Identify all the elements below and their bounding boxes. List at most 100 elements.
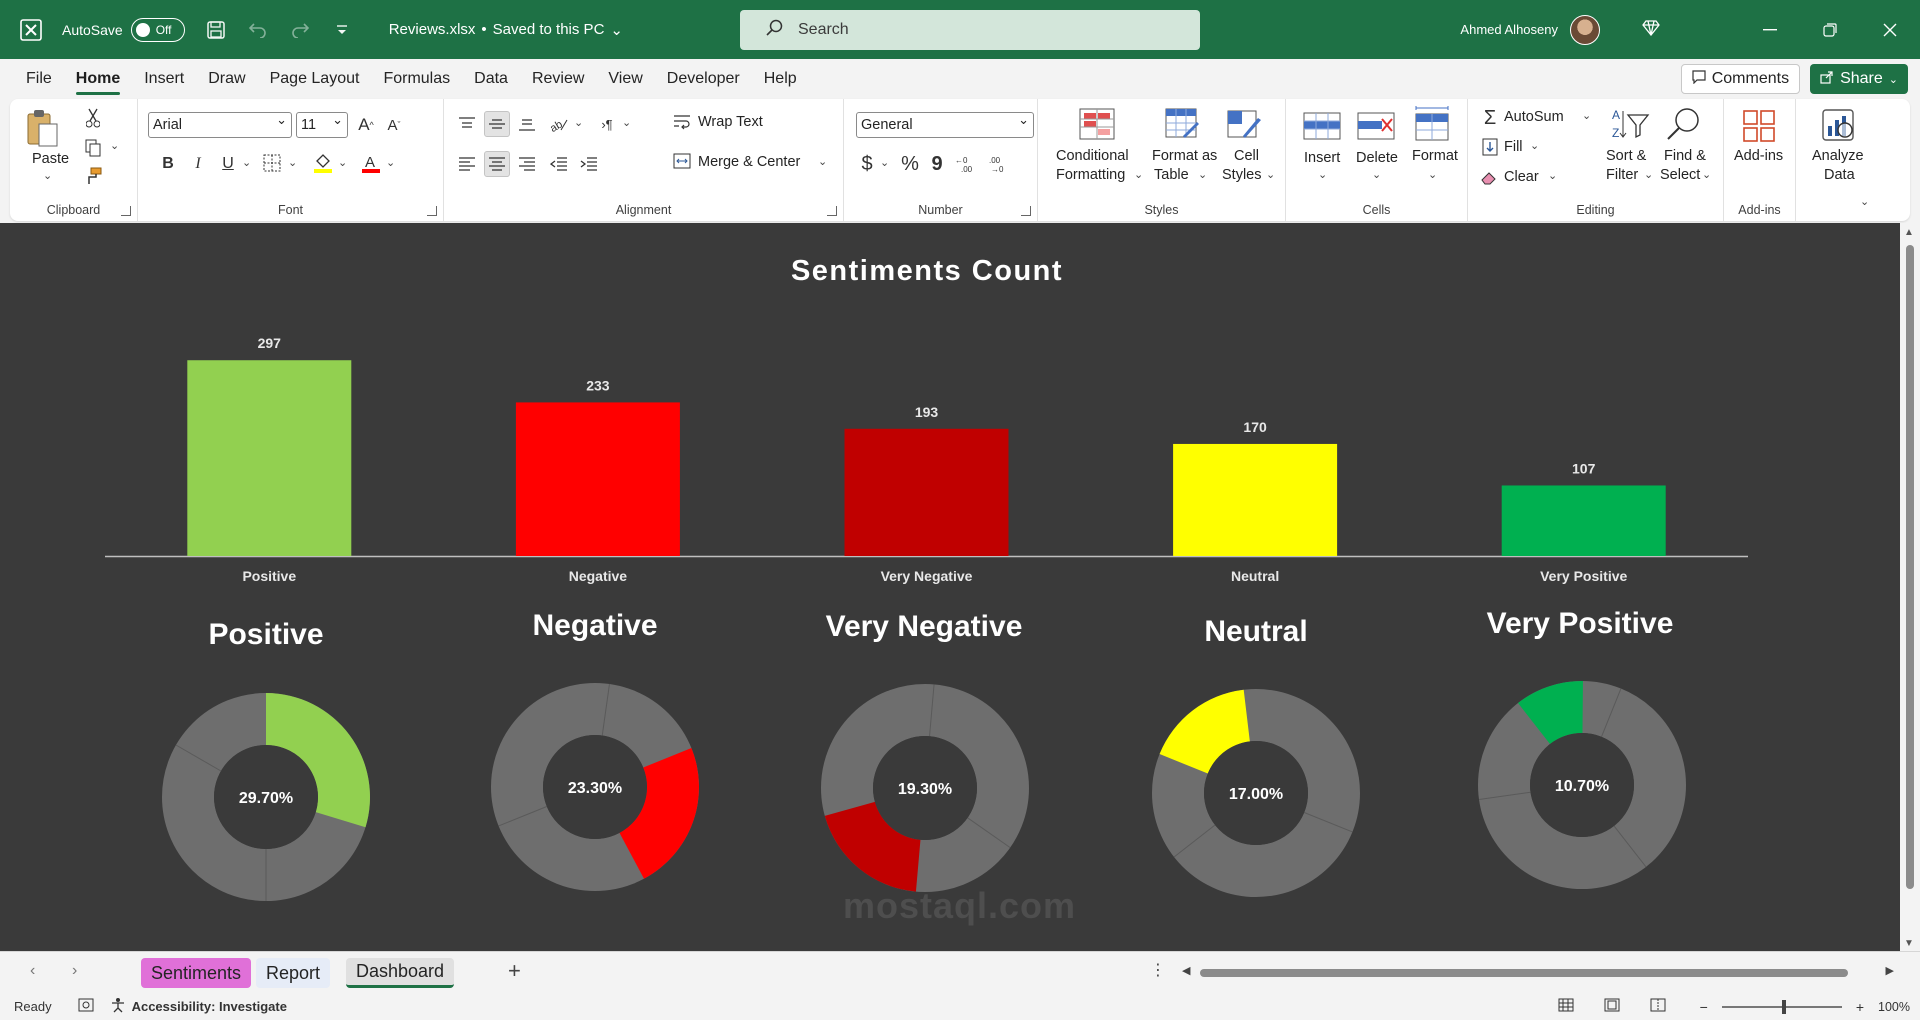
redo-icon[interactable] xyxy=(289,19,311,41)
autosum-dropdown-icon[interactable]: ⌄ xyxy=(1582,109,1591,122)
font-color-icon[interactable]: A xyxy=(360,151,382,175)
page-break-view-icon[interactable] xyxy=(1650,998,1666,1015)
page-layout-view-icon[interactable] xyxy=(1604,998,1620,1015)
tab-insert[interactable]: Insert xyxy=(132,59,196,99)
cell-styles-dropdown-icon[interactable]: ⌄ xyxy=(1266,168,1275,181)
save-icon[interactable] xyxy=(205,19,227,41)
tab-draw[interactable]: Draw xyxy=(196,59,257,99)
analyze-data-icon[interactable] xyxy=(1820,107,1858,145)
top-align-icon[interactable] xyxy=(454,111,480,137)
font-size-select[interactable]: 11 xyxy=(296,112,348,138)
format-as-table-label-1[interactable]: Format as xyxy=(1152,148,1217,164)
underline-button[interactable]: U xyxy=(220,151,236,177)
merge-dropdown-icon[interactable]: ⌄ xyxy=(818,155,827,168)
tab-page-layout[interactable]: Page Layout xyxy=(258,59,372,99)
file-name-menu[interactable]: Reviews.xlsx • Saved to this PC ⌄ xyxy=(389,21,623,39)
orientation-dropdown-icon[interactable]: ⌄ xyxy=(574,116,583,129)
vertical-scroll-thumb[interactable] xyxy=(1906,245,1914,889)
insert-cells-icon[interactable] xyxy=(1302,109,1342,143)
delete-cells-icon[interactable] xyxy=(1356,109,1396,143)
fill-dropdown-icon[interactable]: ⌄ xyxy=(1530,139,1539,152)
avatar[interactable] xyxy=(1570,14,1600,45)
tab-view[interactable]: View xyxy=(596,59,654,99)
tab-review[interactable]: Review xyxy=(520,59,596,99)
minimize-icon[interactable] xyxy=(1740,0,1800,59)
close-icon[interactable] xyxy=(1860,0,1920,59)
tab-developer[interactable]: Developer xyxy=(655,59,752,99)
format-painter-icon[interactable] xyxy=(82,165,104,187)
clear-eraser-icon[interactable] xyxy=(1480,167,1500,187)
increase-indent-icon[interactable] xyxy=(576,151,602,177)
tab-home[interactable]: Home xyxy=(64,59,132,99)
tab-help[interactable]: Help xyxy=(752,59,809,99)
delete-button[interactable]: Delete xyxy=(1356,150,1398,166)
dialog-launcher-icon[interactable] xyxy=(121,206,131,216)
borders-icon[interactable] xyxy=(262,153,282,173)
dialog-launcher-icon[interactable] xyxy=(1021,206,1031,216)
tab-formulas[interactable]: Formulas xyxy=(371,59,462,99)
format-as-table-label-2[interactable]: Table xyxy=(1154,167,1189,183)
tab-data[interactable]: Data xyxy=(462,59,520,99)
orientation-icon[interactable]: ab xyxy=(546,111,572,137)
chevron-right-icon[interactable]: › xyxy=(72,962,77,980)
text-direction-icon[interactable]: ›¶ xyxy=(594,111,620,137)
decrease-font-size-icon[interactable]: Aˇ xyxy=(382,112,406,138)
clear-dropdown-icon[interactable]: ⌄ xyxy=(1548,169,1557,182)
merge-center-button[interactable]: Merge & Center xyxy=(698,154,800,170)
delete-dropdown-icon[interactable]: ⌄ xyxy=(1372,168,1381,181)
text-direction-dropdown-icon[interactable]: ⌄ xyxy=(622,116,631,129)
tab-file[interactable]: File xyxy=(14,59,64,99)
scroll-left-icon[interactable]: ◀ xyxy=(1182,964,1190,977)
conditional-formatting-dropdown-icon[interactable]: ⌄ xyxy=(1134,168,1143,181)
analyze-data-label-2[interactable]: Data xyxy=(1824,167,1855,183)
italic-button[interactable]: I xyxy=(190,151,206,177)
borders-dropdown-icon[interactable]: ⌄ xyxy=(288,156,297,169)
autosum-icon[interactable]: Σ xyxy=(1480,107,1500,129)
insert-button[interactable]: Insert xyxy=(1304,150,1340,166)
paste-label[interactable]: Paste xyxy=(32,151,69,167)
wrap-text-button[interactable]: Wrap Text xyxy=(698,114,763,130)
sheet-tab-report[interactable]: Report xyxy=(256,958,331,988)
merge-center-icon[interactable] xyxy=(672,151,692,171)
bold-button[interactable]: B xyxy=(160,151,176,177)
underline-dropdown-icon[interactable]: ⌄ xyxy=(242,156,251,169)
increase-font-size-icon[interactable]: A ^ xyxy=(354,112,378,138)
undo-icon[interactable] xyxy=(247,19,269,41)
format-as-table-icon[interactable] xyxy=(1164,107,1202,143)
increase-decimal-icon[interactable]: ←0.00 xyxy=(954,151,982,177)
decrease-indent-icon[interactable] xyxy=(546,151,572,177)
decrease-decimal-icon[interactable]: .00 →0 xyxy=(986,151,1014,177)
premium-diamond-icon[interactable] xyxy=(1642,20,1660,39)
conditional-formatting-icon[interactable] xyxy=(1078,107,1116,143)
insert-dropdown-icon[interactable]: ⌄ xyxy=(1318,168,1327,181)
cell-styles-label-1[interactable]: Cell xyxy=(1234,148,1259,164)
ribbon-collapse-icon[interactable]: ⌄ xyxy=(1860,195,1869,208)
sort-filter-icon[interactable]: AZ xyxy=(1610,107,1650,141)
clear-button[interactable]: Clear xyxy=(1504,169,1539,185)
find-select-label-1[interactable]: Find & xyxy=(1664,148,1706,164)
customize-toolbar-icon[interactable] xyxy=(331,19,353,41)
currency-dropdown-icon[interactable]: ⌄ xyxy=(880,156,889,169)
sheet-tab-sentiments[interactable]: Sentiments xyxy=(141,958,252,988)
normal-view-icon[interactable] xyxy=(1558,998,1574,1015)
scroll-down-icon[interactable]: ▼ xyxy=(1904,938,1914,949)
copy-icon[interactable] xyxy=(82,137,104,159)
fill-color-icon[interactable] xyxy=(312,151,334,175)
currency-button[interactable]: $ xyxy=(856,151,878,177)
autosum-button[interactable]: AutoSum xyxy=(1504,109,1564,125)
macro-record-icon[interactable] xyxy=(78,998,96,1015)
align-left-icon[interactable] xyxy=(454,151,480,177)
sort-filter-dropdown-icon[interactable]: ⌄ xyxy=(1644,168,1653,181)
sheet-tab-dashboard[interactable]: Dashboard xyxy=(346,958,455,988)
addins-grid-icon[interactable] xyxy=(1740,107,1778,145)
number-format-select[interactable]: General xyxy=(856,112,1034,138)
accessibility-status[interactable]: Accessibility: Investigate xyxy=(132,999,287,1014)
zoom-level[interactable]: 100% xyxy=(1878,1000,1910,1014)
zoom-in-icon[interactable]: + xyxy=(1856,999,1864,1015)
copy-dropdown-icon[interactable]: ⌄ xyxy=(110,139,119,152)
comments-button[interactable]: Comments xyxy=(1680,64,1801,94)
percent-button[interactable]: % xyxy=(898,151,922,177)
format-dropdown-icon[interactable]: ⌄ xyxy=(1428,168,1437,181)
cut-icon[interactable] xyxy=(82,107,104,129)
cell-styles-icon[interactable] xyxy=(1226,107,1264,143)
